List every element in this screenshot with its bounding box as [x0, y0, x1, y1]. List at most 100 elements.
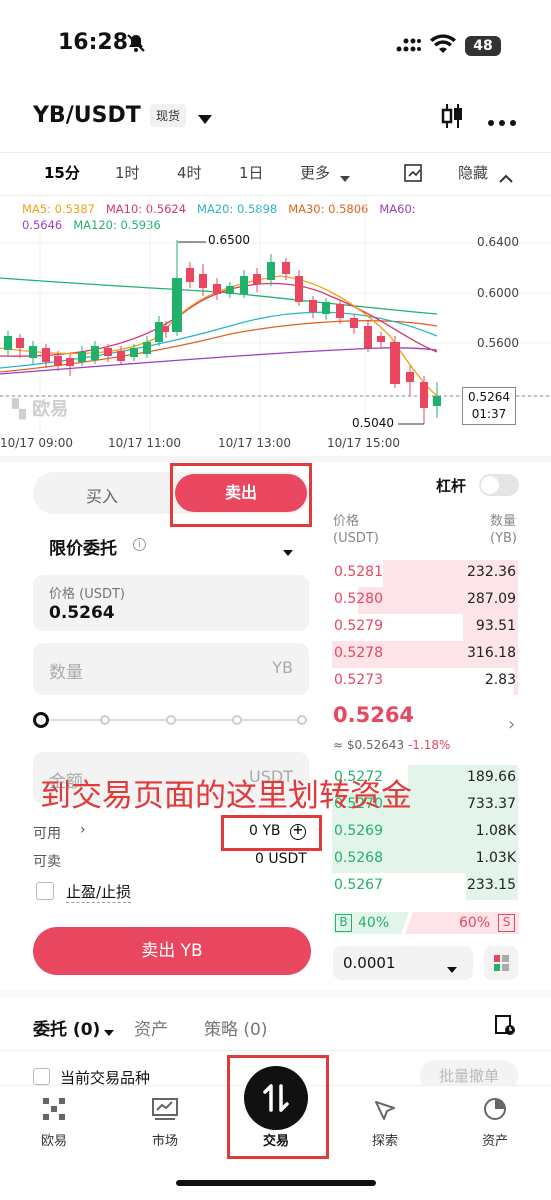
tab-1d[interactable]: 1日: [239, 162, 264, 183]
bid-row[interactable]: 0.5267 233.15: [332, 873, 518, 900]
info-icon[interactable]: i: [133, 538, 146, 551]
mid-usd: ≈ $0.52643: [333, 738, 405, 752]
mid-price: 0.5264: [333, 703, 415, 727]
ask-price: 0.5280: [334, 591, 383, 607]
price-input-box[interactable]: 价格 (USDT) 0.5264: [33, 575, 309, 631]
precision-value: 0.0001: [343, 954, 396, 972]
pair-dropdown-icon[interactable]: [198, 110, 212, 129]
slider-step[interactable]: [100, 715, 110, 725]
sell-submit-button[interactable]: 卖出 YB: [33, 927, 311, 975]
tpsl-checkbox[interactable]: [36, 882, 54, 900]
nav-explore-icon[interactable]: [374, 1099, 396, 1125]
leverage-toggle[interactable]: [479, 474, 519, 496]
available-chevron-icon[interactable]: ›: [80, 822, 86, 838]
watermark-text: 欧易: [32, 399, 69, 420]
price-input-value[interactable]: 0.5264: [49, 603, 115, 623]
tab-divider: [0, 1050, 551, 1051]
buy-ratio: 40%: [358, 915, 390, 931]
ask-qty: 93.51: [475, 618, 516, 634]
mute-icon: [126, 33, 146, 53]
tab-1h[interactable]: 1时: [115, 162, 140, 183]
nav-market-icon[interactable]: [152, 1098, 178, 1124]
quantity-unit: YB: [272, 658, 293, 677]
ask-row[interactable]: 0.5281 232.36: [332, 560, 518, 587]
sellable-value: 0 USDT: [255, 851, 307, 867]
ask-row[interactable]: 0.5278 316.18: [332, 641, 518, 668]
precision-dropdown-icon: [447, 959, 457, 978]
sell-ratio: 60%: [459, 915, 491, 931]
ask-row[interactable]: 0.5273 2.83: [332, 668, 518, 695]
ask-row[interactable]: 0.5279 93.51: [332, 614, 518, 641]
slider-step[interactable]: [232, 715, 242, 725]
mid-chevron-icon[interactable]: ›: [508, 714, 515, 735]
sellable-label: 可卖: [33, 854, 61, 870]
buy-tab[interactable]: 买入: [33, 483, 171, 507]
amount-slider[interactable]: [33, 710, 309, 730]
chart-divider: [0, 456, 551, 462]
bid-price: 0.5268: [334, 850, 383, 866]
order-type-select[interactable]: 限价委托 i: [33, 528, 309, 564]
tab-strategy[interactable]: 策略 (0): [204, 1015, 267, 1040]
ask-qty: 2.83: [484, 672, 516, 688]
current-price: 0.5264: [468, 390, 510, 404]
time-tick: 10/17 11:00: [108, 436, 181, 450]
slider-step[interactable]: [166, 715, 176, 725]
nav-home-label[interactable]: 欧易: [14, 1130, 94, 1149]
tab-more[interactable]: 更多: [300, 162, 330, 183]
highlight-trade-nav: [227, 1055, 329, 1159]
collapse-chevron-icon[interactable]: [499, 168, 513, 187]
dropdown-icon: [283, 542, 293, 561]
ask-qty: 232.36: [467, 564, 516, 580]
candlestick-icon[interactable]: [439, 102, 465, 134]
transfer-plus-icon[interactable]: +: [290, 824, 306, 840]
indicator-settings-icon[interactable]: [404, 164, 422, 186]
available-value: 0 YB: [249, 823, 281, 839]
battery-icon: 48: [465, 36, 501, 56]
quantity-input[interactable]: 数量 YB: [33, 643, 309, 695]
time-tick: 10/17 09:00: [0, 436, 73, 450]
status-time: 16:28: [58, 30, 129, 55]
ob-qty-header: 数量: [490, 514, 517, 529]
ask-price: 0.5281: [334, 564, 383, 580]
highlight-sell-tab: [170, 463, 312, 527]
tab-assets[interactable]: 资产: [134, 1015, 168, 1040]
pair-title[interactable]: YB/USDT: [33, 103, 141, 128]
tab-orders[interactable]: 委托 (0): [33, 1015, 100, 1040]
bid-row[interactable]: 0.5268 1.03K: [332, 846, 518, 873]
price-input-label: 价格 (USDT): [49, 587, 125, 602]
ob-price-unit: (USDT): [333, 531, 379, 546]
nav-explore-label[interactable]: 探索: [345, 1130, 425, 1149]
more-dropdown-icon: [340, 168, 350, 187]
ask-row[interactable]: 0.5280 287.09: [332, 587, 518, 614]
leverage-label: 杠杆: [436, 477, 467, 495]
candle-countdown: 01:37: [471, 407, 507, 421]
price-tick: 0.5600: [477, 336, 519, 350]
okx-logo-icon: ▚: [12, 399, 33, 420]
current-price-tag: 0.5264 01:37: [462, 387, 516, 425]
more-icon[interactable]: [487, 112, 517, 131]
order-history-icon[interactable]: [494, 1014, 516, 1040]
available-label: 可用: [33, 826, 61, 842]
current-pair-checkbox[interactable]: [33, 1068, 50, 1085]
bid-qty: 1.08K: [475, 823, 516, 839]
toggle-knob: [481, 476, 499, 494]
nav-assets-label[interactable]: 资产: [455, 1130, 535, 1149]
nav-home-icon[interactable]: [43, 1098, 65, 1124]
slider-step[interactable]: [297, 715, 307, 725]
tab-4h[interactable]: 4时: [177, 162, 202, 183]
bid-price: 0.5267: [334, 877, 383, 893]
bid-row[interactable]: 0.5269 1.08K: [332, 819, 518, 846]
precision-select[interactable]: 0.0001: [333, 946, 473, 980]
nav-market-label[interactable]: 市场: [125, 1130, 205, 1149]
signal-icon: [395, 36, 421, 58]
tab-15m[interactable]: 15分: [44, 162, 80, 183]
ask-price: 0.5278: [334, 645, 383, 661]
slider-handle[interactable]: [33, 712, 49, 728]
tab-hide[interactable]: 隐藏: [458, 162, 488, 183]
orderbook-layout-icon[interactable]: [484, 946, 518, 980]
wifi-icon: [430, 33, 456, 59]
price-tick: 0.6000: [477, 286, 519, 300]
tab-orders-dropdown-icon[interactable]: [104, 1022, 114, 1041]
nav-assets-icon[interactable]: [484, 1098, 506, 1124]
tpsl-label[interactable]: 止盈/止损: [66, 881, 132, 903]
